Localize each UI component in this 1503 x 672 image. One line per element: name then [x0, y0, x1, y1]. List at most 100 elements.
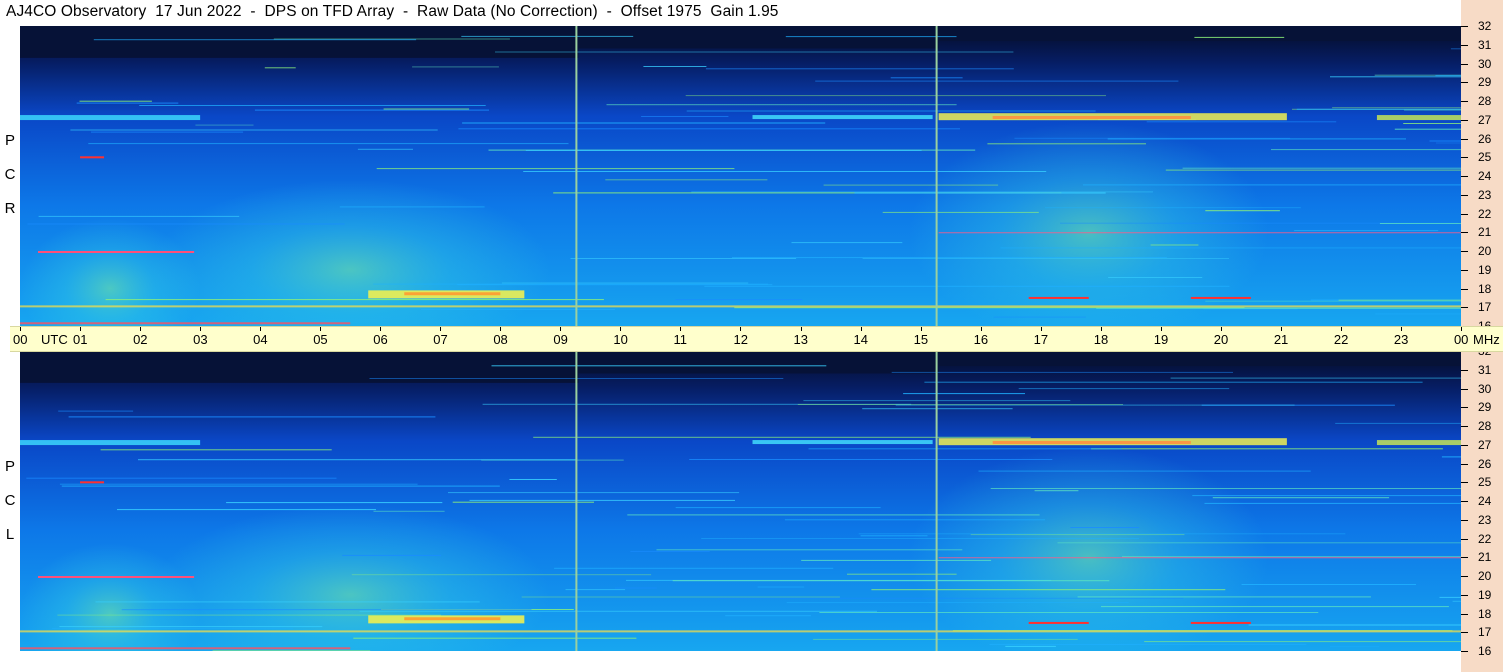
lcp-streak [860, 535, 928, 537]
time-tick-label: 04 [253, 332, 268, 347]
lcp-streak [121, 609, 532, 611]
rcp-streak [890, 77, 963, 79]
time-tick [1280, 327, 1282, 331]
rcp-streak [1332, 107, 1461, 109]
freq-tick-label: 30 [1478, 382, 1492, 396]
time-tick [620, 327, 622, 331]
rcp-streak [1271, 149, 1461, 151]
freq-tick [1461, 251, 1468, 252]
time-tick-label: 03 [193, 332, 208, 347]
lcp-streak [1144, 641, 1461, 643]
rcp-streak [1436, 142, 1461, 144]
freq-tick-label: 27 [1478, 113, 1492, 127]
time-tick [380, 327, 382, 331]
lcp-letter-1: P [4, 458, 15, 475]
freq-tick-label: 21 [1478, 225, 1492, 239]
rcp-spectrogram-svg [20, 26, 1461, 326]
time-tick [1040, 327, 1042, 331]
freq-tick [1461, 139, 1468, 140]
lcp-streak [801, 559, 992, 561]
rcp-letter-2: C [4, 166, 16, 183]
rcp-streak [1375, 313, 1461, 315]
time-tick-label: 16 [973, 332, 989, 347]
rcp-streak [1429, 140, 1461, 142]
rcp-streak [1338, 299, 1461, 301]
time-tick-label: 11 [673, 332, 687, 347]
rcp-streak [1165, 169, 1461, 171]
rcp-streak [1150, 244, 1199, 246]
rcp-streak [1000, 247, 1461, 249]
lcp-streak [701, 538, 1140, 539]
time-tick-label: 22 [1333, 332, 1349, 347]
lcp-band-red-d [38, 576, 195, 578]
lcp-time-marker [575, 351, 578, 651]
rcp-streak [421, 308, 615, 310]
freq-tick [1461, 632, 1468, 633]
lcp-streak [1241, 584, 1416, 585]
lcp-streak [784, 519, 1045, 521]
rcp-streak [76, 102, 179, 104]
lcp-streak [689, 459, 1053, 460]
lcp-streak [675, 507, 881, 509]
freq-tick-label: 27 [1478, 438, 1492, 452]
lcp-streak [359, 610, 878, 612]
time-tick-label: 12 [733, 332, 748, 347]
rcp-streak [376, 168, 735, 170]
lcp-streak [1057, 542, 1461, 544]
lcp-streak [554, 567, 834, 569]
rcp-streak [458, 128, 960, 130]
freq-tick [1461, 501, 1468, 502]
time-tick [1340, 327, 1342, 331]
rcp-streak [27, 223, 345, 225]
lcp-streak [565, 589, 626, 591]
freq-tick [1461, 651, 1468, 652]
lcp-dark-top-b [578, 351, 939, 374]
rcp-band-27-e [1376, 115, 1461, 121]
lcp-streak [989, 643, 1307, 645]
lcp-streak [95, 601, 480, 603]
rcp-streak [815, 80, 1179, 82]
lcp-streak [1452, 600, 1461, 602]
lcp-streak [58, 410, 134, 412]
time-tick-label: 00 [13, 332, 28, 347]
rcp-streak [70, 129, 438, 131]
lcp-streak [614, 587, 657, 589]
rcp-dark-top-a [20, 26, 579, 58]
rcp-band-red-d [38, 251, 195, 253]
freq-tick [1461, 307, 1468, 308]
lcp-streak [757, 586, 805, 588]
time-tick-label: 19 [1153, 332, 1169, 347]
rcp-streak [1096, 307, 1461, 309]
lcp-letter-3: L [5, 526, 15, 543]
rcp-streak [91, 131, 244, 133]
time-tick-label: 01 [73, 332, 88, 347]
rcp-streak [605, 179, 768, 181]
freq-tick-label: 21 [1478, 550, 1492, 564]
freq-tick-label: 17 [1478, 300, 1492, 314]
time-tick-label: 00 [1453, 332, 1469, 347]
time-tick [980, 327, 982, 331]
freq-tick-label: 29 [1478, 400, 1492, 414]
freq-tick-label: 19 [1478, 588, 1492, 602]
freq-tick-label: 29 [1478, 75, 1492, 89]
freq-tick [1461, 195, 1468, 196]
rcp-streak [705, 68, 1014, 70]
rcp-streak [854, 192, 1106, 194]
rcp-streak [383, 108, 470, 110]
time-tick-label: 14 [853, 332, 869, 347]
freq-tick-label: 20 [1478, 244, 1492, 258]
lcp-band-18-b [404, 617, 501, 621]
lcp-spectrogram-svg [20, 351, 1461, 651]
rcp-streak [686, 110, 1096, 112]
rcp-streak [462, 122, 826, 124]
lcp-band-red-b [1190, 621, 1251, 624]
rcp-time-marker [935, 26, 938, 326]
lcp-streak [1077, 596, 1371, 598]
lcp-streak [342, 554, 442, 556]
chart-title: AJ4CO Observatory 17 Jun 2022 - DPS on T… [6, 3, 779, 20]
lcp-streak [351, 574, 652, 576]
rcp-streak [882, 211, 1039, 213]
lcp-streak [717, 597, 1184, 599]
rcp-band-red-b [1190, 296, 1251, 299]
rcp-streak [643, 66, 707, 67]
